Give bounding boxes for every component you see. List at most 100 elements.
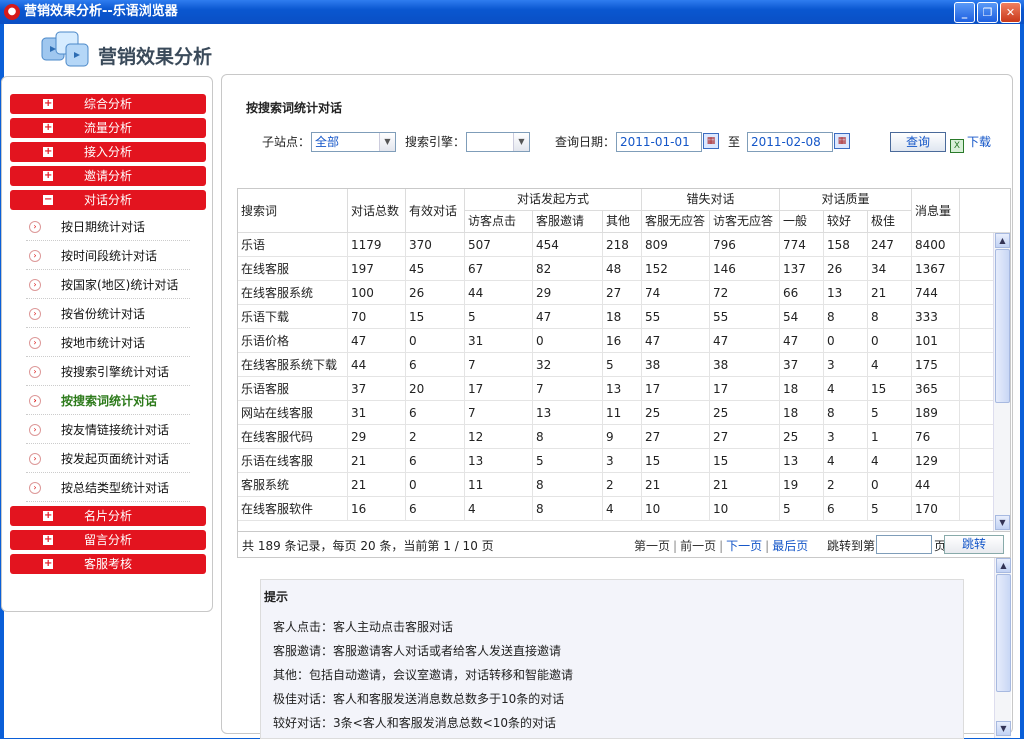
header-agent-invite[interactable]: 客服邀请: [533, 211, 603, 233]
value-cell: 21: [348, 449, 406, 473]
site-select[interactable]: 全部 ▼: [311, 132, 396, 152]
calendar-icon[interactable]: ▦: [834, 133, 850, 149]
value-cell: 8: [533, 425, 603, 449]
value-cell: 2: [603, 473, 642, 497]
header-best[interactable]: 极佳: [868, 211, 912, 233]
query-button[interactable]: 查询: [890, 132, 946, 152]
sub-item-by-origin-page[interactable]: › 按发起页面统计对话: [26, 445, 190, 473]
table-row: 乐语 1179 370 507 454 218 809 796 774 158 247 8400: [238, 233, 994, 257]
nav-access-analysis[interactable]: + 接入分析: [10, 142, 206, 162]
close-icon[interactable]: ✕: [1000, 2, 1021, 23]
calendar-icon[interactable]: ▦: [703, 133, 719, 149]
table-row: 网站在线客服 31 6 7 13 11 25 25 18 8 5 189: [238, 401, 994, 425]
nav-traffic-analysis[interactable]: + 流量分析: [10, 118, 206, 138]
value-cell: 3: [603, 449, 642, 473]
value-cell: 247: [868, 233, 912, 257]
scroll-down-icon[interactable]: ▼: [995, 515, 1010, 530]
scroll-down-icon[interactable]: ▼: [996, 721, 1011, 736]
value-cell: 16: [603, 329, 642, 353]
keyword-cell: 网站在线客服: [238, 401, 348, 425]
nav-dialog-analysis[interactable]: − 对话分析: [10, 190, 206, 210]
sub-item-by-friend-link[interactable]: › 按友情链接统计对话: [26, 416, 190, 444]
tip-line: 较好对话：3条<客人和客服发消息总数<10条的对话: [273, 716, 557, 730]
header-keyword[interactable]: 搜索词: [238, 189, 348, 233]
header-other[interactable]: 其他: [603, 211, 642, 233]
header-visitor-click[interactable]: 访客点击: [465, 211, 533, 233]
header-visitor-no-answer[interactable]: 访客无应答: [710, 211, 780, 233]
value-cell: [960, 233, 994, 257]
keyword-cell: 乐语客服: [238, 377, 348, 401]
sub-item-by-country[interactable]: › 按国家(地区)统计对话: [26, 271, 190, 299]
value-cell: 44: [348, 353, 406, 377]
value-cell: 74: [642, 281, 710, 305]
scroll-thumb[interactable]: [995, 249, 1010, 403]
value-cell: 6: [406, 497, 465, 521]
value-cell: 32: [533, 353, 603, 377]
value-cell: 175: [912, 353, 960, 377]
restore-icon[interactable]: ❐: [977, 2, 998, 23]
nav-card-analysis[interactable]: + 名片分析: [10, 506, 206, 526]
analysis-logo-icon: [41, 31, 89, 67]
value-cell: 809: [642, 233, 710, 257]
value-cell: 146: [710, 257, 780, 281]
date-from-input[interactable]: 2011-01-01: [616, 132, 702, 152]
arrow-right-icon: ›: [29, 221, 41, 233]
nav-comprehensive-analysis[interactable]: + 综合分析: [10, 94, 206, 114]
next-page-link[interactable]: 下一页: [726, 539, 762, 553]
separator: |: [719, 539, 724, 553]
value-cell: 20: [406, 377, 465, 401]
minimize-icon[interactable]: _: [954, 2, 975, 23]
engine-select[interactable]: ▼: [466, 132, 530, 152]
prev-page-link[interactable]: 前一页: [680, 539, 716, 553]
sub-item-by-summary-type[interactable]: › 按总结类型统计对话: [26, 474, 190, 502]
header-normal[interactable]: 一般: [780, 211, 824, 233]
keyword-cell: 乐语价格: [238, 329, 348, 353]
pagination-links: 第一页 | 前一页 | 下一页 | 最后页: [634, 537, 808, 554]
jump-page-input[interactable]: [876, 535, 932, 554]
table-row: 在线客服代码 29 2 12 8 9 27 27 25 3 1 76: [238, 425, 994, 449]
jump-button[interactable]: 跳转: [944, 535, 1004, 554]
value-cell: 796: [710, 233, 780, 257]
value-cell: 218: [603, 233, 642, 257]
table-body: 乐语 1179 370 507 454 218 809 796 774 158 247 8400 在线客…: [238, 233, 994, 531]
nav-agent-assessment[interactable]: + 客服考核: [10, 554, 206, 574]
tip-line: 其他：包括自动邀请，会议室邀请，对话转移和智能邀请: [273, 668, 574, 682]
header-valid[interactable]: 有效对话: [406, 189, 465, 233]
chevron-down-icon[interactable]: ▼: [513, 133, 529, 151]
scroll-up-icon[interactable]: ▲: [996, 558, 1011, 573]
page-scrollbar[interactable]: ▲ ▼: [994, 558, 1011, 738]
header-agent-no-answer[interactable]: 客服无应答: [642, 211, 710, 233]
nav-invite-analysis[interactable]: + 邀请分析: [10, 166, 206, 186]
value-cell: 26: [406, 281, 465, 305]
header-good[interactable]: 较好: [824, 211, 868, 233]
date-to-input[interactable]: 2011-02-08: [747, 132, 833, 152]
keyword-cell: 在线客服代码: [238, 425, 348, 449]
first-page-link[interactable]: 第一页: [634, 539, 670, 553]
scroll-up-icon[interactable]: ▲: [995, 233, 1010, 248]
scroll-thumb[interactable]: [996, 574, 1011, 692]
sub-item-by-date[interactable]: › 按日期统计对话: [26, 213, 190, 241]
value-cell: 72: [710, 281, 780, 305]
sub-item-by-time-period[interactable]: › 按时间段统计对话: [26, 242, 190, 270]
value-cell: 38: [642, 353, 710, 377]
header-messages[interactable]: 消息量: [912, 189, 960, 233]
download-label: 下载: [967, 135, 992, 149]
sub-item-by-city[interactable]: › 按地市统计对话: [26, 329, 190, 357]
tip-line: 客人点击：客人主动点击客服对话: [273, 620, 454, 634]
value-cell: [960, 329, 994, 353]
last-page-link[interactable]: 最后页: [772, 539, 808, 553]
download-link[interactable]: X 下载: [950, 133, 991, 153]
table-scrollbar[interactable]: ▲ ▼: [993, 233, 1010, 531]
header-total[interactable]: 对话总数: [348, 189, 406, 233]
sub-item-by-search-engine[interactable]: › 按搜索引擎统计对话: [26, 358, 190, 386]
value-cell: 15: [642, 449, 710, 473]
sub-item-by-search-keyword[interactable]: › 按搜索词统计对话: [26, 387, 190, 415]
sub-item-by-province[interactable]: › 按省份统计对话: [26, 300, 190, 328]
value-cell: 0: [868, 473, 912, 497]
keyword-cell: 乐语: [238, 233, 348, 257]
value-cell: 1367: [912, 257, 960, 281]
nav-message-analysis[interactable]: + 留言分析: [10, 530, 206, 550]
value-cell: 15: [868, 377, 912, 401]
chevron-down-icon[interactable]: ▼: [379, 133, 395, 151]
value-cell: 70: [348, 305, 406, 329]
